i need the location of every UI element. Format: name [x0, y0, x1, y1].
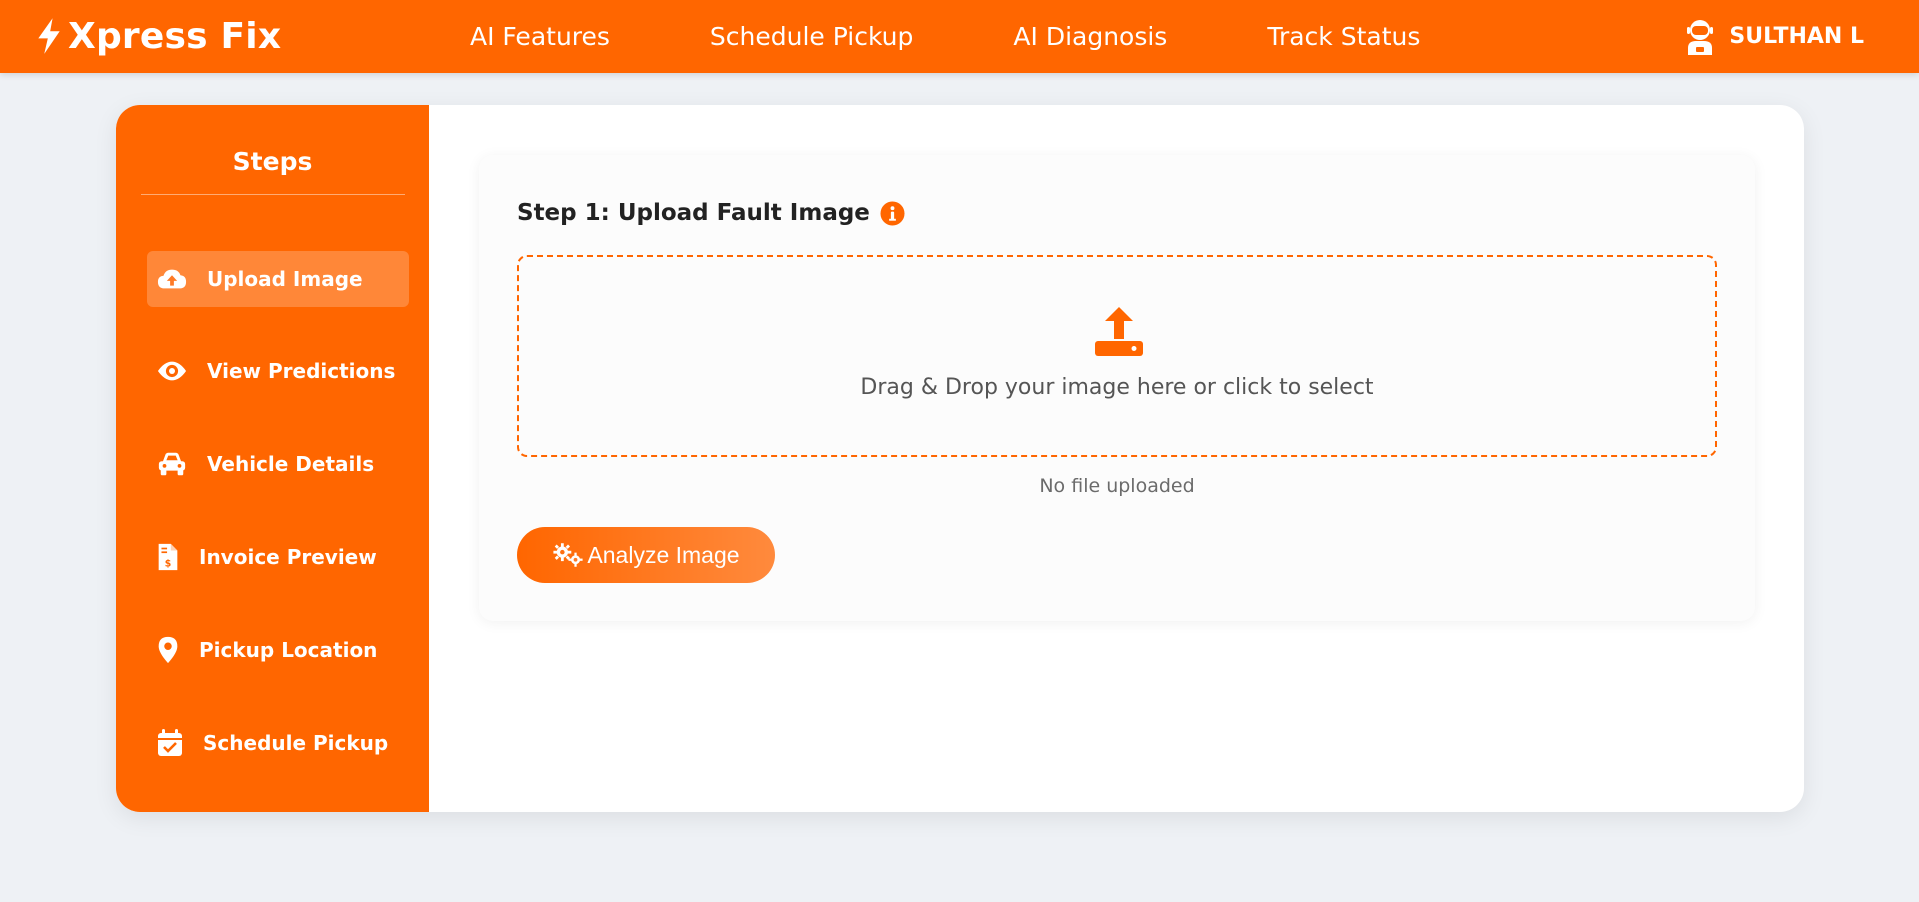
- main-nav: AI Features Schedule Pickup AI Diagnosis…: [470, 0, 1520, 73]
- step-label: Upload Image: [207, 267, 363, 291]
- step-title: Step 1: Upload Fault Image: [517, 200, 905, 226]
- sidebar-divider: [141, 194, 405, 195]
- step-upload-image[interactable]: Upload Image: [147, 251, 409, 307]
- step-schedule-pickup[interactable]: Schedule Pickup: [147, 715, 409, 771]
- steps-sidebar: Steps Upload Image View Predictions Vehi…: [116, 105, 429, 812]
- calendar-check-icon: [158, 729, 182, 756]
- step-title-text: Step 1: Upload Fault Image: [517, 200, 870, 226]
- step-label: View Predictions: [207, 359, 396, 383]
- info-icon[interactable]: [880, 200, 905, 226]
- step-invoice-preview[interactable]: $ Invoice Preview: [147, 529, 409, 585]
- analyze-image-button[interactable]: Analyze Image: [517, 527, 775, 583]
- sidebar-title: Steps: [232, 147, 313, 176]
- user-menu[interactable]: SULTHAN L: [1685, 0, 1864, 73]
- step-pickup-location[interactable]: Pickup Location: [147, 622, 409, 678]
- invoice-icon: $: [158, 543, 178, 571]
- step-view-predictions[interactable]: View Predictions: [147, 343, 409, 399]
- upload-panel: Step 1: Upload Fault Image Drag & Drop y…: [479, 155, 1755, 621]
- step-label: Schedule Pickup: [203, 731, 389, 755]
- step-label: Invoice Preview: [199, 545, 377, 569]
- svg-text:$: $: [165, 558, 172, 569]
- file-status: No file uploaded: [1039, 475, 1195, 497]
- step-vehicle-details[interactable]: Vehicle Details: [147, 436, 409, 492]
- nav-track-status[interactable]: Track Status: [1267, 22, 1420, 51]
- brand-logo[interactable]: Xpress Fix: [34, 14, 281, 58]
- user-name: SULTHAN L: [1729, 24, 1864, 49]
- dropzone-text: Drag & Drop your image here or click to …: [860, 375, 1374, 400]
- bolt-icon: [38, 18, 60, 54]
- upload-icon: [1095, 307, 1143, 356]
- car-icon: [158, 452, 186, 476]
- top-navbar: Xpress Fix AI Features Schedule Pickup A…: [0, 0, 1919, 73]
- nav-schedule-pickup[interactable]: Schedule Pickup: [710, 22, 913, 51]
- step-label: Vehicle Details: [207, 452, 375, 476]
- eye-icon: [157, 361, 187, 381]
- gears-icon: [553, 543, 584, 567]
- cloud-upload-icon: [157, 269, 187, 289]
- main-card: Steps Upload Image View Predictions Vehi…: [116, 105, 1804, 812]
- analyze-button-label: Analyze Image: [587, 541, 740, 568]
- step-label: Pickup Location: [199, 638, 378, 662]
- nav-ai-diagnosis[interactable]: AI Diagnosis: [1013, 22, 1167, 51]
- location-pin-icon: [158, 636, 178, 664]
- image-dropzone[interactable]: Drag & Drop your image here or click to …: [517, 255, 1717, 457]
- user-astronaut-icon: [1687, 19, 1714, 55]
- nav-ai-features[interactable]: AI Features: [470, 22, 610, 51]
- brand-name: Xpress Fix: [68, 15, 282, 57]
